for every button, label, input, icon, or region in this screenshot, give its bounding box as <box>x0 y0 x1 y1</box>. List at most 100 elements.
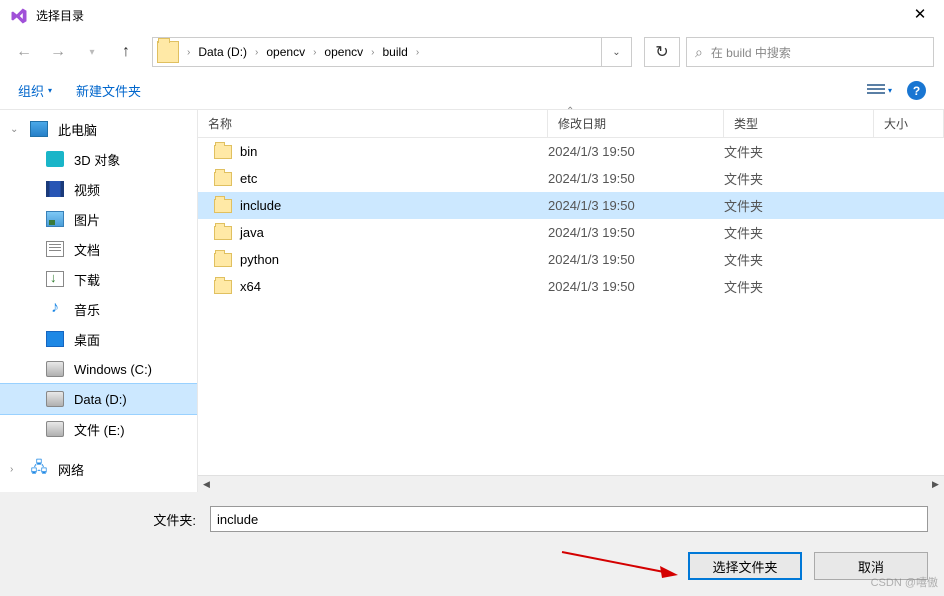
breadcrumb-item[interactable]: opencv <box>322 45 365 59</box>
search-input[interactable]: ⌕ 在 build 中搜索 <box>686 37 934 67</box>
file-type: 文件夹 <box>724 142 874 161</box>
scroll-right-button[interactable]: ▶ <box>927 476 944 493</box>
column-header-name[interactable]: 名称 <box>198 110 548 137</box>
sidebar-item-music[interactable]: ♪音乐 <box>0 294 197 324</box>
sidebar-item-3d[interactable]: 3D 对象 <box>0 144 197 174</box>
file-date: 2024/1/3 19:50 <box>548 144 724 159</box>
table-row[interactable]: x64 2024/1/3 19:50文件夹 <box>198 273 944 300</box>
chevron-right-icon: › <box>365 47 380 58</box>
column-header-size[interactable]: 大小 <box>874 110 944 137</box>
breadcrumb-item[interactable]: build <box>380 45 409 59</box>
chevron-right-icon: › <box>307 47 322 58</box>
sidebar-item-pictures[interactable]: 图片 <box>0 204 197 234</box>
search-icon: ⌕ <box>695 44 703 61</box>
column-header-type[interactable]: 类型 <box>724 110 874 137</box>
download-icon <box>46 271 64 287</box>
folder-label: 文件夹: <box>16 510 200 529</box>
desktop-icon <box>46 331 64 347</box>
file-type: 文件夹 <box>724 277 874 296</box>
chevron-right-icon: › <box>410 47 425 58</box>
folder-icon <box>214 280 232 294</box>
chevron-down-icon: ⌄ <box>10 124 18 135</box>
table-row[interactable]: include 2024/1/3 19:50文件夹 <box>198 192 944 219</box>
file-name: java <box>240 225 264 240</box>
folder-icon <box>214 253 232 267</box>
file-date: 2024/1/3 19:50 <box>548 279 724 294</box>
picture-icon <box>46 211 64 227</box>
folder-icon <box>214 145 232 159</box>
file-date: 2024/1/3 19:50 <box>548 252 724 267</box>
file-type: 文件夹 <box>724 223 874 242</box>
file-name: include <box>240 198 281 213</box>
file-name: etc <box>240 171 257 186</box>
help-button[interactable]: ? <box>907 81 926 100</box>
drive-icon <box>46 361 64 377</box>
column-header-date[interactable]: 修改日期 <box>548 110 724 137</box>
file-type: 文件夹 <box>724 196 874 215</box>
table-row[interactable]: python 2024/1/3 19:50文件夹 <box>198 246 944 273</box>
sidebar-item-drive-c[interactable]: Windows (C:) <box>0 354 197 384</box>
breadcrumb[interactable]: › Data (D:) › opencv › opencv › build › … <box>152 37 632 67</box>
file-name: x64 <box>240 279 261 294</box>
drive-icon <box>157 41 179 63</box>
close-button[interactable]: ✕ <box>898 1 942 31</box>
refresh-button[interactable]: ↻ <box>644 37 680 67</box>
new-folder-button[interactable]: 新建文件夹 <box>76 81 141 100</box>
chevron-right-icon: › <box>10 464 13 475</box>
sidebar-item-downloads[interactable]: 下载 <box>0 264 197 294</box>
table-row[interactable]: java 2024/1/3 19:50文件夹 <box>198 219 944 246</box>
table-row[interactable]: etc 2024/1/3 19:50文件夹 <box>198 165 944 192</box>
app-icon <box>10 7 28 25</box>
view-options-button[interactable]: ▾ <box>862 81 897 101</box>
sidebar-item-videos[interactable]: 视频 <box>0 174 197 204</box>
breadcrumb-item[interactable]: opencv <box>264 45 307 59</box>
nav-back-button[interactable]: ← <box>10 38 38 66</box>
breadcrumb-item[interactable]: Data (D:) <box>196 45 249 59</box>
view-icon <box>867 84 885 98</box>
organize-button[interactable]: 组织 ▾ <box>18 81 52 100</box>
scroll-left-button[interactable]: ◀ <box>198 476 215 493</box>
network-icon: 🖧 <box>30 461 48 477</box>
file-name: python <box>240 252 279 267</box>
sidebar: ⌄此电脑 3D 对象 视频 图片 文档 下载 ♪音乐 桌面 Windows (C… <box>0 110 198 492</box>
nav-up-button[interactable]: ↑ <box>112 38 140 66</box>
file-date: 2024/1/3 19:50 <box>548 225 724 240</box>
file-date: 2024/1/3 19:50 <box>548 198 724 213</box>
file-date: 2024/1/3 19:50 <box>548 171 724 186</box>
watermark: CSDN @嘻傲 <box>871 574 938 590</box>
sidebar-item-this-pc[interactable]: ⌄此电脑 <box>0 114 197 144</box>
folder-icon <box>214 172 232 186</box>
file-type: 文件夹 <box>724 169 874 188</box>
select-folder-button[interactable]: 选择文件夹 <box>688 552 802 580</box>
sidebar-item-documents[interactable]: 文档 <box>0 234 197 264</box>
breadcrumb-dropdown[interactable]: ⌄ <box>601 38 631 66</box>
chevron-right-icon: › <box>181 47 196 58</box>
nav-forward-button[interactable]: → <box>44 38 72 66</box>
folder-icon <box>214 199 232 213</box>
chevron-right-icon: › <box>249 47 264 58</box>
sort-indicator-icon: ⌃ <box>566 106 574 117</box>
nav-history-dropdown[interactable]: ▾ <box>78 38 106 66</box>
chevron-down-icon: ▾ <box>888 86 892 95</box>
folder-icon <box>214 226 232 240</box>
3d-icon <box>46 151 64 167</box>
horizontal-scrollbar[interactable]: ◀ ▶ <box>198 475 944 492</box>
sidebar-item-network[interactable]: ›🖧网络 <box>0 454 197 484</box>
table-row[interactable]: bin 2024/1/3 19:50文件夹 <box>198 138 944 165</box>
drive-icon <box>46 391 64 407</box>
pc-icon <box>30 121 48 137</box>
drive-icon <box>46 421 64 437</box>
document-icon <box>46 241 64 257</box>
folder-name-input[interactable] <box>210 506 928 532</box>
chevron-down-icon: ▾ <box>48 86 52 95</box>
sidebar-item-desktop[interactable]: 桌面 <box>0 324 197 354</box>
file-type: 文件夹 <box>724 250 874 269</box>
music-icon: ♪ <box>46 301 64 317</box>
search-placeholder: 在 build 中搜索 <box>711 44 791 61</box>
window-title: 选择目录 <box>36 7 898 24</box>
sidebar-item-drive-e[interactable]: 文件 (E:) <box>0 414 197 444</box>
video-icon <box>46 181 64 197</box>
annotation-arrow <box>560 548 680 582</box>
file-name: bin <box>240 144 257 159</box>
sidebar-item-drive-d[interactable]: Data (D:) <box>0 384 197 414</box>
